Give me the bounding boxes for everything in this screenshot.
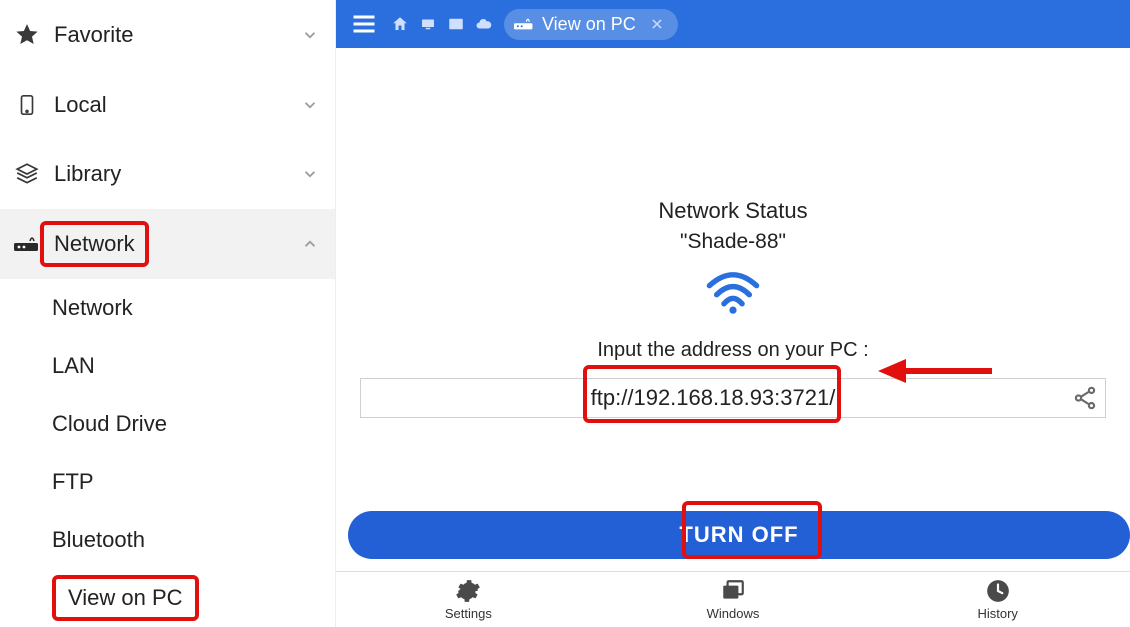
sidebar-item-label: Favorite (54, 22, 299, 48)
instruction-text: Input the address on your PC : (597, 339, 868, 362)
gear-icon (455, 578, 481, 604)
cloud-icon[interactable] (474, 14, 494, 34)
sidebar: Favorite Local Library (0, 0, 336, 627)
clock-icon (985, 578, 1011, 604)
sidebar-item-network[interactable]: Network (0, 209, 335, 279)
sidebar-item-label: Library (54, 161, 299, 187)
sidebar-sub-lan[interactable]: LAN (0, 337, 335, 395)
network-name: "Shade-88" (680, 230, 786, 254)
share-icon[interactable] (1065, 378, 1105, 418)
turn-off-label: TURN OFF (679, 522, 798, 548)
top-bar: View on PC (336, 0, 1130, 48)
phone-icon (14, 92, 40, 118)
download-icon[interactable] (446, 14, 466, 34)
nav-windows[interactable]: Windows (601, 572, 866, 627)
layers-icon (14, 161, 40, 187)
sidebar-sub-bluetooth[interactable]: Bluetooth (0, 511, 335, 569)
windows-icon (720, 578, 746, 604)
router-icon (14, 231, 40, 257)
sidebar-sub-label: View on PC (68, 585, 183, 610)
close-icon[interactable] (648, 15, 666, 33)
sidebar-sub-cloud-drive[interactable]: Cloud Drive (0, 395, 335, 453)
sidebar-sub-label: LAN (52, 353, 95, 379)
turn-off-button[interactable]: TURN OFF (348, 511, 1130, 559)
chevron-down-icon (299, 94, 321, 116)
wifi-icon (704, 268, 762, 321)
chevron-down-icon (299, 163, 321, 185)
sidebar-sub-label: FTP (52, 469, 94, 495)
sidebar-sub-label: Cloud Drive (52, 411, 167, 437)
arrow-annotation (876, 353, 996, 394)
turn-off-row: TURN OFF (348, 511, 1130, 559)
sidebar-item-label: Network (54, 231, 135, 256)
top-nav-icons (390, 14, 494, 34)
active-tab[interactable]: View on PC (504, 9, 678, 40)
chevron-up-icon (299, 233, 321, 255)
sidebar-item-label: Local (54, 92, 299, 118)
highlight-annotation: View on PC (52, 575, 199, 621)
bottom-nav: Settings Windows History (336, 571, 1130, 627)
highlight-annotation: Network (40, 221, 149, 267)
sidebar-item-favorite[interactable]: Favorite (0, 0, 335, 70)
nav-history[interactable]: History (865, 572, 1130, 627)
sidebar-item-library[interactable]: Library (0, 139, 335, 209)
home-icon[interactable] (390, 14, 410, 34)
network-status-title: Network Status (658, 198, 807, 224)
content-area: Network Status "Shade-88" Input the addr… (336, 48, 1130, 627)
device-icon[interactable] (418, 14, 438, 34)
tab-label: View on PC (542, 14, 636, 35)
star-icon (14, 22, 40, 48)
sidebar-sub-ftp[interactable]: FTP (0, 453, 335, 511)
nav-settings[interactable]: Settings (336, 572, 601, 627)
main-pane: View on PC Network Status "Shade-88" Inp… (336, 0, 1130, 627)
nav-label: Settings (445, 606, 492, 621)
sidebar-item-local[interactable]: Local (0, 70, 335, 140)
menu-button[interactable] (346, 6, 382, 42)
sidebar-sub-label: Network (52, 295, 133, 321)
router-icon (514, 15, 534, 33)
nav-label: Windows (707, 606, 760, 621)
sidebar-sub-view-on-pc[interactable]: View on PC (0, 569, 335, 627)
chevron-down-icon (299, 24, 321, 46)
sidebar-sub-network[interactable]: Network (0, 279, 335, 337)
nav-label: History (977, 606, 1017, 621)
sidebar-sub-label: Bluetooth (52, 527, 145, 553)
